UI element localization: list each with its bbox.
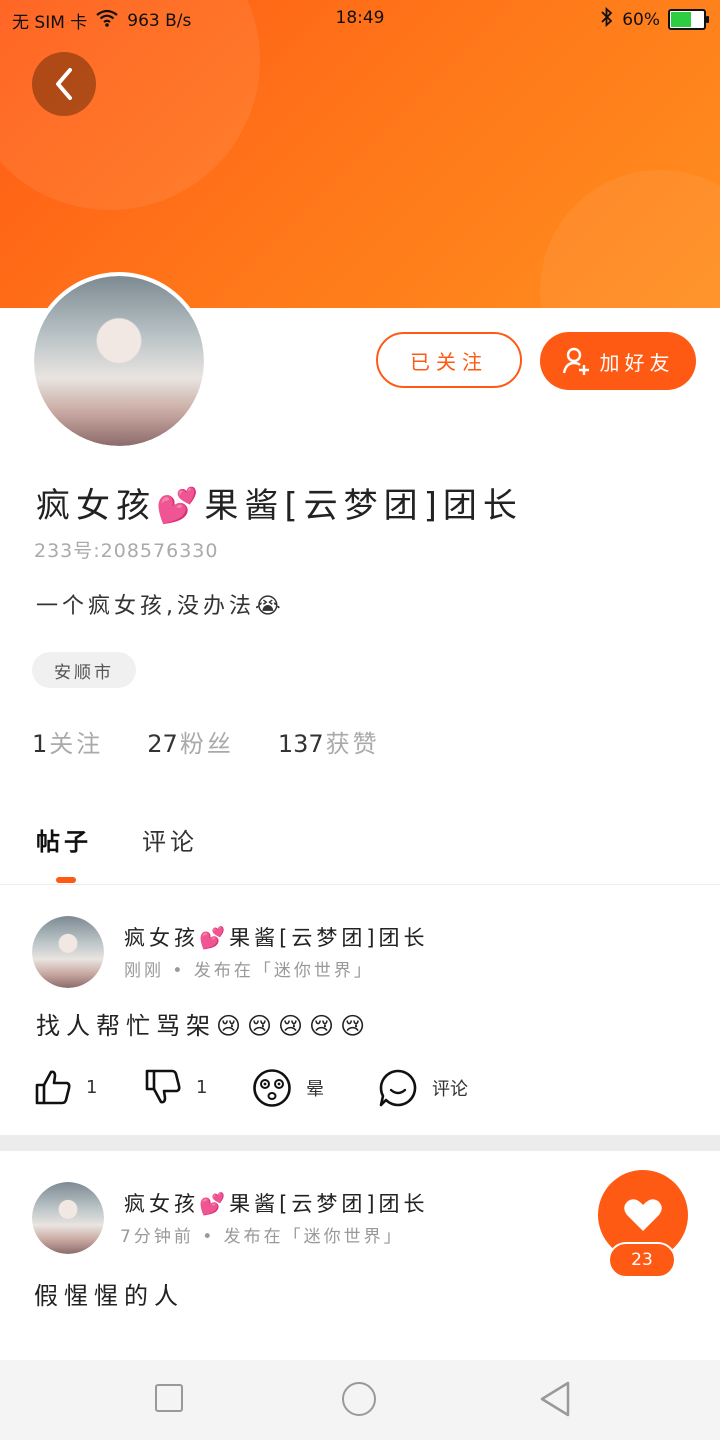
section-separator xyxy=(0,1135,720,1151)
like-button[interactable]: 1 xyxy=(34,1068,97,1106)
post-author-avatar[interactable] xyxy=(32,1182,104,1254)
back-button[interactable] xyxy=(32,52,96,116)
system-nav-bar xyxy=(0,1360,720,1440)
like-count: 1 xyxy=(86,1076,98,1098)
location-tag[interactable]: 安顺市 xyxy=(32,652,136,688)
followed-label: 已关注 xyxy=(410,349,488,374)
add-user-icon xyxy=(562,347,589,375)
stat-label: 关注 xyxy=(49,730,104,758)
home-button[interactable] xyxy=(342,1382,376,1416)
battery-icon xyxy=(668,9,709,30)
triangle-back-icon xyxy=(540,1381,570,1417)
dizzy-label: 晕 xyxy=(306,1079,324,1100)
stat-number: 137 xyxy=(277,730,324,758)
divider xyxy=(0,884,720,885)
post-meta: 刚刚 • 发布在「迷你世界」 xyxy=(124,961,374,981)
thumbs-down-icon xyxy=(145,1069,181,1104)
avatar-image xyxy=(34,276,204,446)
tab-posts[interactable]: 帖子 xyxy=(36,822,92,857)
post-author-avatar[interactable] xyxy=(32,916,104,988)
post-text[interactable]: 找人帮忙骂架😢😢😢😢😢 xyxy=(36,1006,371,1041)
dislike-count: 1 xyxy=(196,1076,208,1098)
heart-icon xyxy=(624,1199,662,1231)
comment-label: 评论 xyxy=(432,1079,468,1100)
comment-bubble-icon xyxy=(379,1069,417,1107)
tab-indicator xyxy=(56,877,76,883)
add-friend-button[interactable]: 加好友 xyxy=(540,332,696,390)
avatar-image xyxy=(32,916,104,988)
dislike-button[interactable]: 1 xyxy=(144,1068,207,1106)
followed-button[interactable]: 已关注 xyxy=(376,332,522,388)
chevron-left-icon xyxy=(56,68,72,100)
location-label: 安顺市 xyxy=(54,662,114,683)
stat-fans[interactable]: 27粉丝 xyxy=(147,724,234,759)
stat-number: 27 xyxy=(147,730,178,758)
profile-header-background xyxy=(0,0,720,308)
add-friend-label: 加好友 xyxy=(599,350,675,375)
like-fab-count: 23 xyxy=(608,1242,676,1278)
bluetooth-icon xyxy=(600,6,614,32)
stat-number: 1 xyxy=(32,730,48,758)
recents-button[interactable] xyxy=(155,1384,183,1412)
post-actions: 1 1 晕 评论 xyxy=(34,1068,674,1112)
post-author-name[interactable]: 疯女孩💕果酱[云梦团]团长 xyxy=(124,922,429,952)
stat-label: 粉丝 xyxy=(179,730,234,758)
profile-avatar[interactable] xyxy=(34,276,204,446)
stat-label: 获赞 xyxy=(325,730,380,758)
profile-bio: 一个疯女孩,没办法😭 xyxy=(36,594,285,619)
post-author-name[interactable]: 疯女孩💕果酱[云梦团]团长 xyxy=(124,1188,429,1218)
header-decoration xyxy=(540,170,720,308)
stat-likes: 137获赞 xyxy=(278,724,380,759)
nav-back-button[interactable] xyxy=(538,1380,572,1422)
dizzy-face-icon xyxy=(253,1069,291,1107)
profile-id: 233号:208576330 xyxy=(34,540,219,562)
post-meta: 7分钟前 • 发布在「迷你世界」 xyxy=(120,1227,404,1247)
profile-stats: 1关注 27粉丝 137获赞 xyxy=(32,724,380,759)
dizzy-button[interactable]: 晕 xyxy=(252,1068,324,1108)
thumbs-up-icon xyxy=(35,1070,71,1105)
tab-comments[interactable]: 评论 xyxy=(142,822,198,857)
comment-button[interactable]: 评论 xyxy=(378,1068,468,1108)
tab-bar: 帖子 评论 xyxy=(36,822,198,857)
profile-name: 疯女孩💕果酱[云梦团]团长 xyxy=(36,486,523,526)
battery-percent: 60% xyxy=(622,9,660,30)
stat-following[interactable]: 1关注 xyxy=(32,724,103,759)
avatar-image xyxy=(32,1182,104,1254)
post-text[interactable]: 假惺惺的人 xyxy=(34,1276,184,1311)
status-bar: 无 SIM 卡 963 B/s 18:49 60% xyxy=(0,0,720,36)
